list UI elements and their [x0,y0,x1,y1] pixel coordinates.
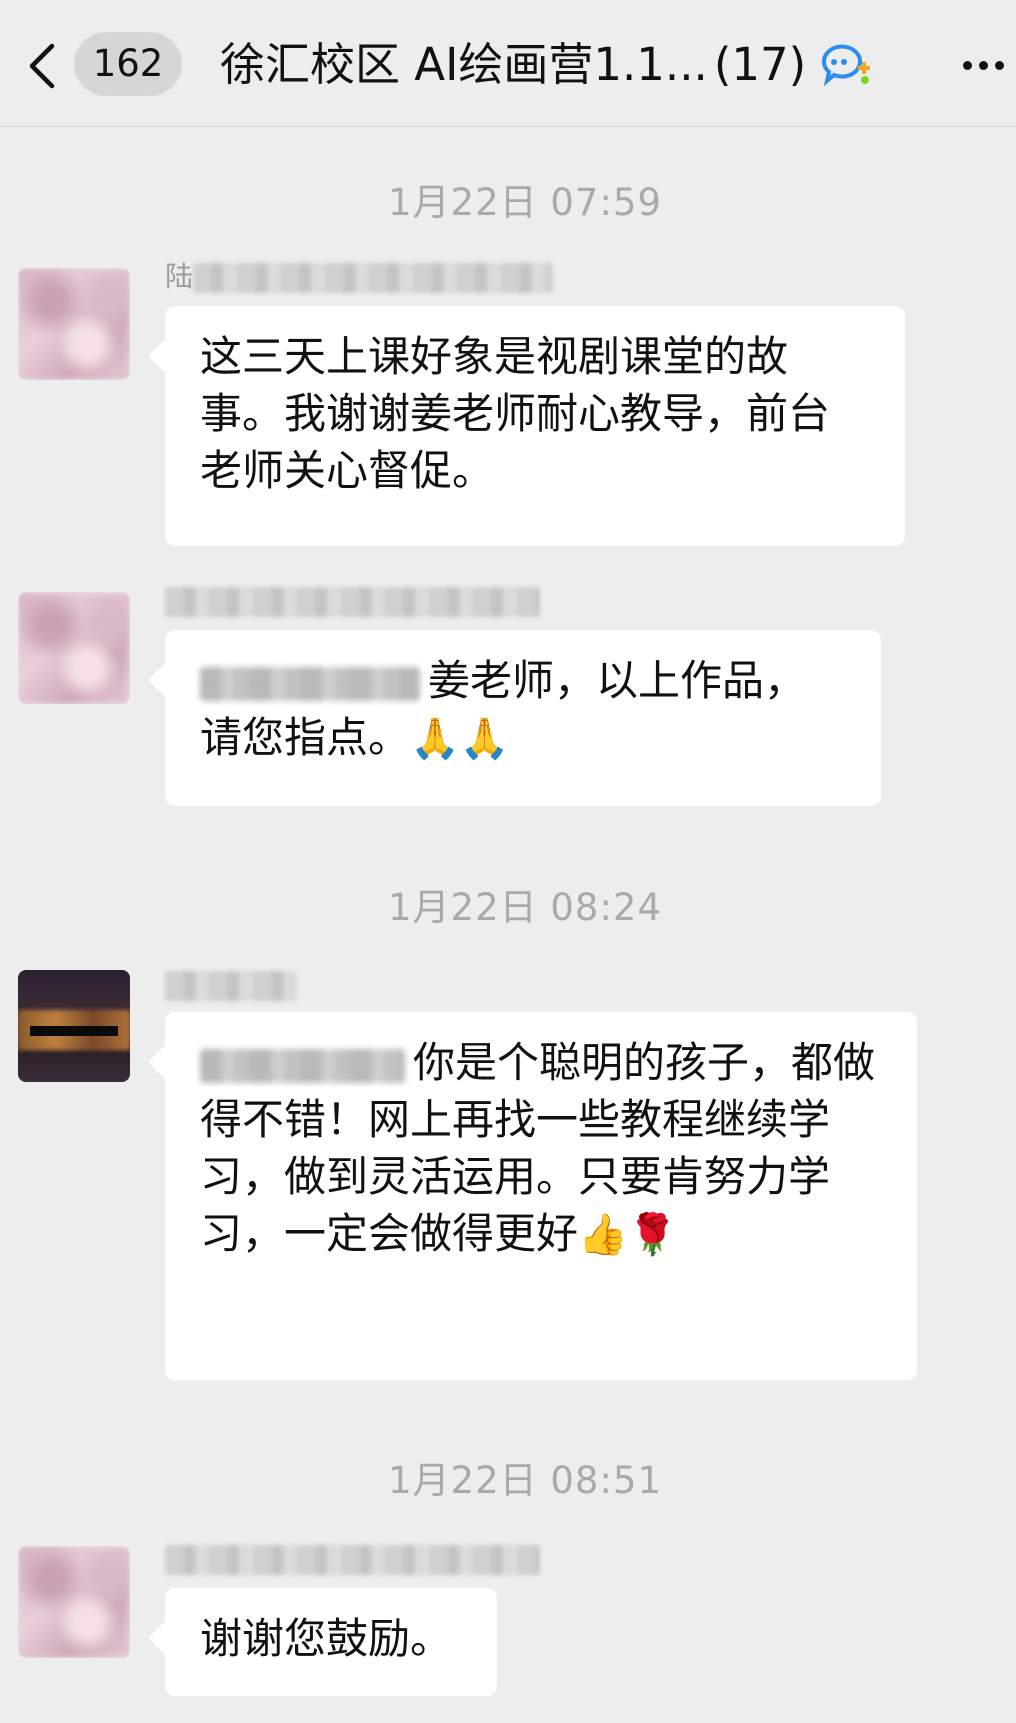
sender-name [165,1540,540,1578]
member-count: (17) [713,38,807,91]
sender-avatar[interactable] [18,268,130,380]
sender-name: 陆 [165,258,554,296]
message-bubble[interactable]: 你是个聪明的孩子，都做得不错！网上再找一些教程继续学习，做到灵活运用。只要肯努力… [165,1012,917,1380]
message-timestamp: 1月22日 08:24 [387,886,662,929]
message-timestamp: 1月22日 08:51 [387,1459,662,1502]
message-bubble[interactable]: 姜老师，以上作品，请您指点。🙏🙏 [165,630,881,806]
chevron-left-icon [29,43,55,89]
message-text: 谢谢您鼓励。 [200,1614,453,1663]
chat-header: 162 徐汇校区 AI绘画营1.1... (17) [0,0,1016,127]
more-dots-icon [963,61,972,70]
group-chat-icon[interactable] [818,40,874,90]
message-timestamp: 1月22日 07:59 [387,181,662,224]
thumbs-up-rose-emoji: 👍🌹 [578,1212,678,1258]
more-options-button[interactable] [955,40,1011,90]
message-text: 这三天上课好象是视剧课堂的故事。我谢谢姜老师耐心教导，前台老师关心督促。 [200,332,831,495]
message-bubble[interactable]: 这三天上课好象是视剧课堂的故事。我谢谢姜老师耐心教导，前台老师关心督促。 [165,306,905,546]
mention-tag [200,1048,405,1083]
sender-avatar[interactable] [18,1546,130,1658]
mention-tag [200,666,420,701]
sender-avatar[interactable] [18,592,130,704]
sender-name-prefix: 陆 [165,260,194,293]
back-button[interactable] [22,36,72,96]
sender-name [165,966,297,1004]
sender-name [165,582,540,620]
chat-title-text: 徐汇校区 AI绘画营1.1... [220,38,708,91]
chat-title[interactable]: 徐汇校区 AI绘画营1.1... (17) [220,30,820,100]
sender-avatar[interactable] [18,970,130,1082]
unread-count-badge[interactable]: 162 [74,32,182,96]
chat-screen: 162 徐汇校区 AI绘画营1.1... (17) 1月22日 07:59 陆 这… [0,0,1016,1723]
pray-emoji: 🙏🙏 [410,716,510,762]
message-bubble[interactable]: 谢谢您鼓励。 [165,1588,497,1696]
